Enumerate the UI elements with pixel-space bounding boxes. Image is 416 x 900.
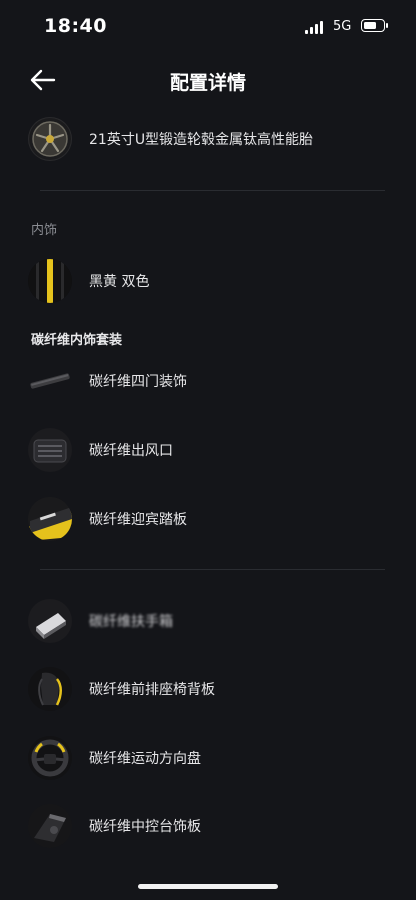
door-trim-icon — [30, 373, 70, 389]
group-title-carbon-kit: 碳纤维内饰套装 — [31, 333, 123, 348]
air-vent-label: 碳纤维出风口 — [89, 443, 173, 459]
home-indicator[interactable] — [138, 884, 278, 889]
console-trim-thumbnail — [28, 804, 72, 848]
wheel-thumbnail — [28, 117, 72, 161]
config-item-armrest[interactable]: 碳纤维扶手箱 — [28, 598, 388, 644]
network-type: 5G — [333, 19, 352, 34]
battery-level — [364, 22, 376, 29]
door-sill-thumbnail — [28, 497, 72, 541]
battery-icon — [361, 19, 388, 32]
status-time: 18:40 — [44, 15, 107, 37]
console-trim-label: 碳纤维中控台饰板 — [89, 819, 201, 835]
config-item-seat-back[interactable]: 碳纤维前排座椅背板 — [28, 666, 388, 712]
door-sill-icon — [28, 497, 72, 541]
armrest-icon — [36, 613, 66, 639]
wheel-icon — [29, 118, 71, 160]
armrest-thumbnail — [28, 599, 72, 643]
color-swatch-icon — [28, 259, 72, 303]
steering-wheel-icon — [31, 739, 69, 777]
divider — [40, 569, 385, 570]
door-sill-label: 碳纤维迎宾踏板 — [89, 512, 187, 528]
divider — [40, 190, 385, 191]
door-trim-label: 碳纤维四门装饰 — [89, 374, 187, 390]
air-vent-icon — [33, 439, 67, 463]
config-item-door-sill[interactable]: 碳纤维迎宾踏板 — [28, 496, 388, 542]
steering-wheel-label: 碳纤维运动方向盘 — [89, 751, 201, 767]
config-item-console-trim[interactable]: 碳纤维中控台饰板 — [28, 803, 388, 849]
seat-back-thumbnail — [28, 667, 72, 711]
seat-back-label: 碳纤维前排座椅背板 — [89, 682, 215, 698]
cellular-signal-icon — [305, 21, 325, 34]
interior-color-label: 黑黄 双色 — [89, 274, 150, 290]
config-item-steering-wheel[interactable]: 碳纤维运动方向盘 — [28, 735, 388, 781]
console-trim-icon — [34, 814, 66, 842]
interior-color-swatch — [28, 259, 72, 303]
nav-bar: 配置详情 — [0, 56, 416, 104]
config-item-air-vent[interactable]: 碳纤维出风口 — [28, 427, 388, 473]
page-title: 配置详情 — [169, 72, 246, 94]
door-trim-thumbnail — [28, 359, 72, 403]
air-vent-thumbnail — [28, 428, 72, 472]
config-item-interior-color[interactable]: 黑黄 双色 — [28, 258, 388, 304]
seat-back-icon — [38, 672, 62, 706]
wheel-label: 21英寸U型锻造轮毂金属钛高性能胎 — [89, 132, 314, 148]
armrest-label: 碳纤维扶手箱 — [89, 614, 173, 630]
status-bar: 18:40 5G — [0, 0, 416, 56]
steering-wheel-thumbnail — [28, 736, 72, 780]
config-item-door-trim[interactable]: 碳纤维四门装饰 — [28, 358, 388, 404]
config-item-wheel[interactable]: 21英寸U型锻造轮毂金属钛高性能胎 — [28, 116, 388, 162]
section-title-interior: 内饰 — [31, 223, 58, 238]
